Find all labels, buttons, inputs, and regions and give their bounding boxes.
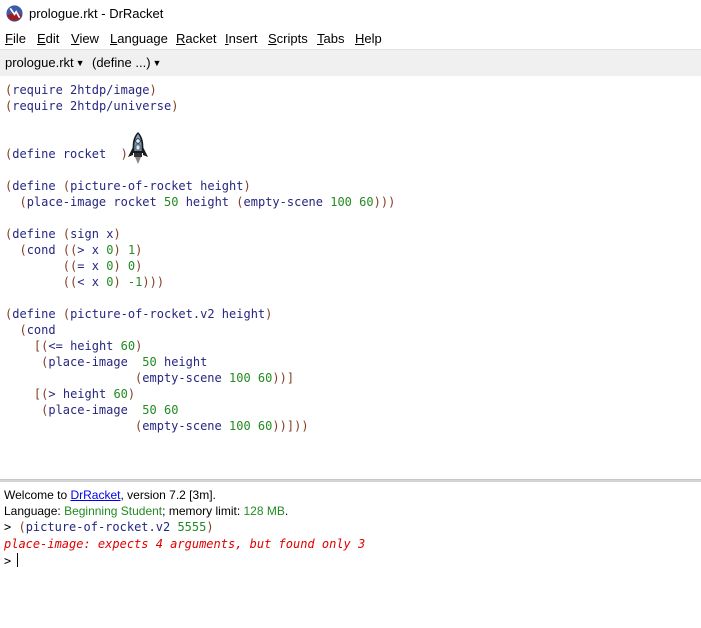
text-cursor <box>17 553 19 567</box>
code-line[interactable]: (place-image 50 60 <box>5 402 178 418</box>
code-line[interactable]: [(> height 60) <box>5 386 135 402</box>
code-line[interactable]: (define rocket ) <box>5 146 128 162</box>
menu-racket[interactable]: Racket <box>176 31 216 46</box>
code-line[interactable]: (empty-scene 100 60))] <box>5 370 294 386</box>
memory-limit: 128 MB <box>243 504 285 518</box>
code-line[interactable]: (require 2htdp/universe) <box>5 98 178 114</box>
drracket-logo-icon <box>6 5 23 22</box>
menu-insert[interactable]: Insert <box>225 31 258 46</box>
menu-scripts[interactable]: Scripts <box>268 31 308 46</box>
language-name: Beginning Student <box>64 504 163 518</box>
code-line[interactable]: (require 2htdp/image) <box>5 82 157 98</box>
title-bar: prologue.rkt - DrRacket <box>0 0 701 28</box>
code-line[interactable]: (cond <box>5 322 55 338</box>
window-title: prologue.rkt - DrRacket <box>29 6 164 21</box>
drracket-link[interactable]: DrRacket <box>70 488 120 502</box>
code-line[interactable]: (empty-scene 100 60))])) <box>5 418 309 434</box>
code-line[interactable]: (cond ((> x 0) 1) <box>5 242 142 258</box>
rocket-image <box>128 132 148 164</box>
code-line[interactable]: ((< x 0) -1))) <box>5 274 164 290</box>
define-menu-button[interactable]: (define ...) ▼ <box>92 55 161 70</box>
menu-bar: File Edit View Language Racket Insert Sc… <box>0 29 701 49</box>
welcome-line: Welcome to DrRacket, version 7.2 [3m]. <box>4 488 216 502</box>
menu-help[interactable]: Help <box>355 31 382 46</box>
file-menu-button[interactable]: prologue.rkt ▼ <box>5 55 85 70</box>
menu-language[interactable]: Language <box>110 31 168 46</box>
language-line: Language: Beginning Student; memory limi… <box>4 504 289 518</box>
caret-down-icon: ▼ <box>152 58 162 68</box>
code-line[interactable]: (place-image rocket 50 height (empty-sce… <box>5 194 395 210</box>
menu-tabs[interactable]: Tabs <box>317 31 344 46</box>
code-line[interactable]: (define (picture-of-rocket height) <box>5 178 251 194</box>
interactions-pane[interactable]: Welcome to DrRacket, version 7.2 [3m]. L… <box>0 482 701 628</box>
code-line[interactable]: (place-image 50 height <box>5 354 207 370</box>
menu-edit[interactable]: Edit <box>37 31 59 46</box>
code-line[interactable]: (define (sign x) <box>5 226 121 242</box>
menu-file[interactable]: File <box>5 31 26 46</box>
menu-view[interactable]: View <box>71 31 99 46</box>
toolbar: prologue.rkt ▼ (define ...) ▼ <box>0 49 701 77</box>
error-message: place-image: expects 4 arguments, but fo… <box>4 537 366 551</box>
code-line[interactable]: ((= x 0) 0) <box>5 258 143 274</box>
repl-expression: (picture-of-rocket.v2 5555) <box>18 520 214 534</box>
caret-down-icon: ▼ <box>75 58 85 68</box>
repl-prompt-line[interactable]: > <box>4 553 19 569</box>
repl-input-line: > (picture-of-rocket.v2 5555) <box>4 520 214 534</box>
code-line[interactable]: [(<= height 60) <box>5 338 142 354</box>
code-line[interactable]: (define (picture-of-rocket.v2 height) <box>5 306 272 322</box>
